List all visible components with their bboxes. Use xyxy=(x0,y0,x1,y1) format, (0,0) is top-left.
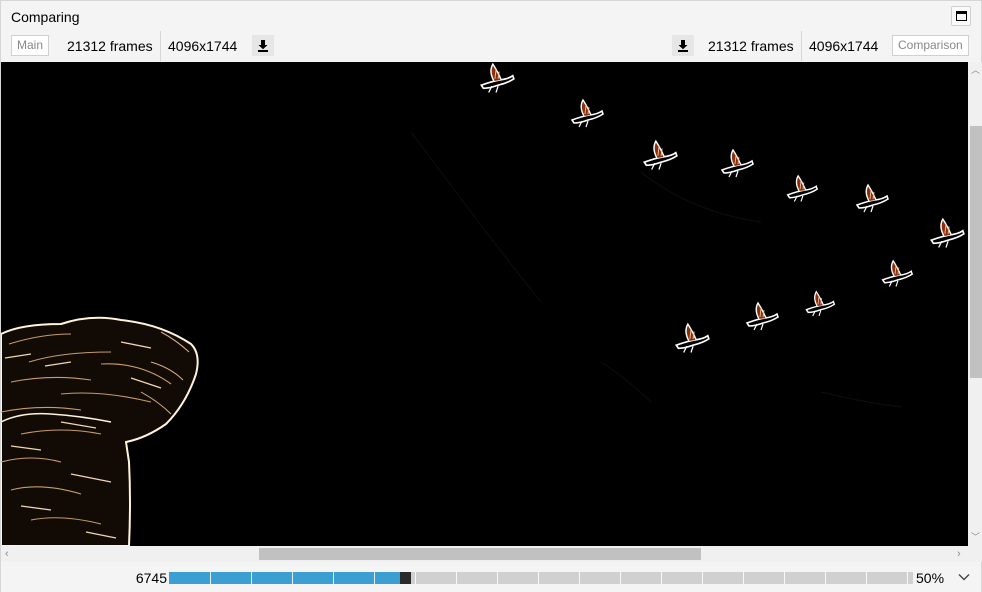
title-bar: Comparing xyxy=(1,1,981,31)
timeline-tick xyxy=(251,572,252,584)
maximize-icon xyxy=(955,11,967,21)
timeline-tick xyxy=(661,572,662,584)
zoom-level: 50% xyxy=(916,570,945,586)
main-frame-count: 21312 frames xyxy=(67,38,153,54)
compare-window: Comparing Main 21312 frames 4096x1744 21… xyxy=(0,0,982,592)
timeline-tick xyxy=(292,572,293,584)
horizontal-scrollbar[interactable]: ‹ › xyxy=(1,546,968,562)
download-icon xyxy=(258,39,268,52)
timeline-tick xyxy=(620,572,621,584)
timeline-tick xyxy=(210,572,211,584)
timeline-tick xyxy=(333,572,334,584)
chevron-down-icon[interactable]: ﹀ xyxy=(971,532,980,542)
comparison-frame-count: 21312 frames xyxy=(708,38,794,54)
main-source-tag[interactable]: Main xyxy=(11,35,50,56)
timeline-tick xyxy=(702,572,703,584)
timeline-tick xyxy=(907,572,908,584)
compare-toolbar: Main 21312 frames 4096x1744 21312 frames… xyxy=(1,31,981,61)
comparison-source-tag[interactable]: Comparison xyxy=(892,35,969,56)
scrollbar-corner xyxy=(968,546,982,562)
timeline-tick xyxy=(374,572,375,584)
vertical-scroll-thumb[interactable] xyxy=(970,126,982,378)
timeline-tick xyxy=(538,572,539,584)
main-resolution: 4096x1744 xyxy=(168,38,238,54)
zoom-dropdown-button[interactable] xyxy=(955,568,973,586)
timeline-tick xyxy=(784,572,785,584)
comparison-resolution: 4096x1744 xyxy=(809,38,879,54)
divider xyxy=(801,31,802,61)
main-download-button[interactable] xyxy=(252,35,274,56)
comparison-download-button[interactable] xyxy=(672,35,694,56)
video-frame-viewer[interactable] xyxy=(1,62,968,546)
chevron-right-icon[interactable]: › xyxy=(957,548,961,560)
current-frame-number: 6745 xyxy=(135,570,167,586)
vertical-scrollbar[interactable]: ︿ ﹀ xyxy=(968,62,982,546)
timeline-tick xyxy=(415,572,416,584)
maximize-button[interactable] xyxy=(951,6,971,26)
timeline-playhead[interactable] xyxy=(400,572,411,584)
horizontal-scroll-thumb[interactable] xyxy=(259,548,701,560)
timeline-progress-fill xyxy=(169,572,400,584)
timeline-tick xyxy=(743,572,744,584)
download-icon xyxy=(678,39,688,52)
difference-frame-image xyxy=(1,62,968,546)
timeline-tick xyxy=(579,572,580,584)
chevron-up-icon[interactable]: ︿ xyxy=(971,65,980,75)
timeline-bar: 6745 50% xyxy=(1,562,981,592)
divider xyxy=(160,31,161,61)
chevron-down-icon xyxy=(958,574,970,581)
timeline-slider[interactable] xyxy=(169,572,913,584)
window-title: Comparing xyxy=(11,9,80,25)
timeline-tick xyxy=(825,572,826,584)
timeline-tick xyxy=(497,572,498,584)
chevron-left-icon[interactable]: ‹ xyxy=(5,548,9,560)
timeline-tick xyxy=(456,572,457,584)
timeline-tick xyxy=(866,572,867,584)
